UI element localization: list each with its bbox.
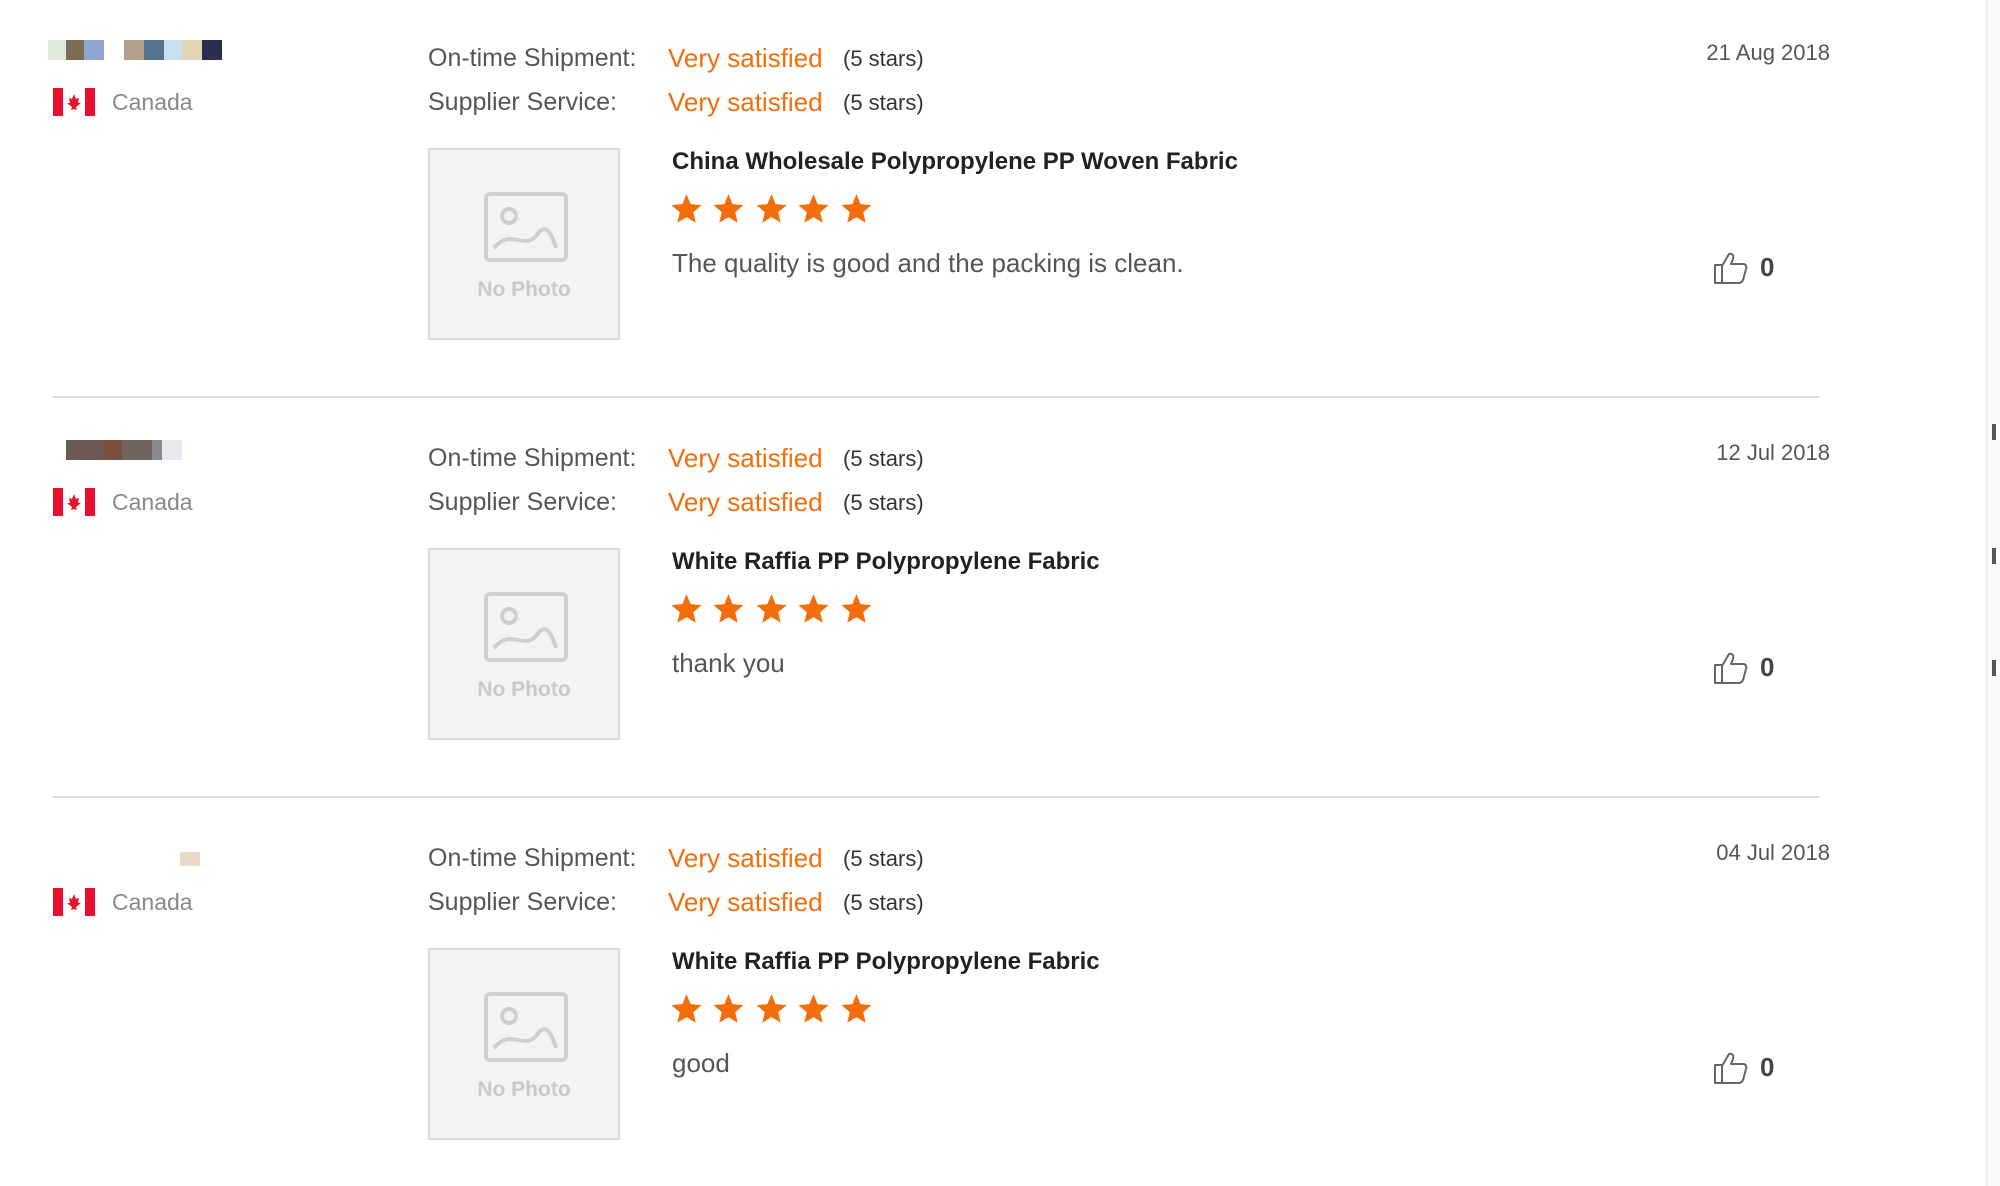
shipment-label: On-time Shipment:: [428, 444, 637, 472]
edge-mark: [1992, 548, 1996, 564]
review-divider: [52, 796, 1820, 798]
reviewer-name-pixelated: [48, 840, 248, 866]
shipment-value: Very satisfied: [668, 443, 823, 473]
review-date: 12 Jul 2018: [1716, 440, 1830, 465]
review-item: Canada On-time Shipment: Very satisfied …: [0, 40, 1830, 440]
review-comment: good: [672, 1048, 730, 1078]
product-rating-stars: [670, 992, 878, 1032]
canada-flag-icon: [53, 488, 95, 516]
review-date: 04 Jul 2018: [1716, 840, 1830, 865]
service-stars-text: (5 stars): [843, 890, 924, 915]
review-divider: [52, 396, 1820, 398]
like-button[interactable]: 0: [1712, 250, 1832, 290]
shipment-value: Very satisfied: [668, 843, 823, 873]
review-comment: The quality is good and the packing is c…: [672, 248, 1184, 278]
reviewer-name-pixelated: [48, 440, 248, 462]
product-photo-placeholder[interactable]: No Photo: [428, 948, 620, 1140]
image-placeholder-icon: [484, 192, 568, 262]
edge-mark: [1992, 660, 1996, 676]
service-stars-text: (5 stars): [843, 490, 924, 515]
product-name-link[interactable]: White Raffia PP Polypropylene Fabric: [672, 948, 1100, 976]
like-button[interactable]: 0: [1712, 650, 1832, 690]
star-icon: [713, 194, 744, 223]
reviewer-country: Canada: [112, 89, 193, 115]
star-icon: [798, 994, 829, 1023]
review-item: Canada On-time Shipment: Very satisfied …: [0, 440, 1830, 840]
star-icon: [798, 194, 829, 223]
shipment-label: On-time Shipment:: [428, 844, 637, 872]
star-icon: [798, 594, 829, 623]
shipment-label: On-time Shipment:: [428, 44, 637, 72]
canada-flag-icon: [53, 88, 95, 116]
shipment-stars-text: (5 stars): [843, 846, 924, 871]
star-icon: [713, 994, 744, 1023]
star-icon: [713, 594, 744, 623]
no-photo-label: No Photo: [477, 1078, 571, 1101]
no-photo-label: No Photo: [477, 278, 571, 301]
thumbs-up-icon: [1714, 252, 1748, 284]
product-rating-stars: [670, 592, 878, 632]
shipment-value: Very satisfied: [668, 43, 823, 73]
thumbs-up-icon: [1714, 1052, 1748, 1084]
product-name-link[interactable]: White Raffia PP Polypropylene Fabric: [672, 548, 1100, 576]
reviewer-info: Canada: [48, 440, 348, 560]
thumbs-up-icon: [1714, 652, 1748, 684]
service-value: Very satisfied: [668, 87, 823, 117]
review-item: Canada On-time Shipment: Very satisfied …: [0, 840, 1830, 1186]
star-icon: [671, 194, 702, 223]
like-button[interactable]: 0: [1712, 1050, 1832, 1090]
reviewer-name-pixelated: [48, 40, 248, 62]
star-icon: [841, 994, 872, 1023]
shipment-stars-text: (5 stars): [843, 46, 924, 71]
star-icon: [841, 594, 872, 623]
reviewer-country: Canada: [112, 889, 193, 915]
service-value: Very satisfied: [668, 887, 823, 917]
shipment-stars-text: (5 stars): [843, 446, 924, 471]
star-icon: [671, 594, 702, 623]
canada-flag-icon: [53, 888, 95, 916]
service-stars-text: (5 stars): [843, 90, 924, 115]
review-comment: thank you: [672, 648, 785, 678]
like-count: 0: [1760, 652, 1775, 682]
service-label: Supplier Service:: [428, 888, 617, 916]
service-label: Supplier Service:: [428, 488, 617, 516]
image-placeholder-icon: [484, 992, 568, 1062]
service-label: Supplier Service:: [428, 88, 617, 116]
like-count: 0: [1760, 252, 1775, 282]
reviewer-info: Canada: [48, 840, 348, 960]
product-photo-placeholder[interactable]: No Photo: [428, 548, 620, 740]
star-icon: [756, 194, 787, 223]
star-icon: [756, 994, 787, 1023]
star-icon: [841, 194, 872, 223]
reviewer-info: Canada: [48, 40, 348, 160]
star-icon: [671, 994, 702, 1023]
review-date: 21 Aug 2018: [1706, 40, 1830, 65]
product-name-link[interactable]: China Wholesale Polypropylene PP Woven F…: [672, 148, 1238, 176]
edge-mark: [1992, 424, 1996, 440]
like-count: 0: [1760, 1052, 1775, 1082]
adjacent-panel-edge: [1986, 0, 2000, 1186]
product-rating-stars: [670, 192, 878, 232]
no-photo-label: No Photo: [477, 678, 571, 701]
product-photo-placeholder[interactable]: No Photo: [428, 148, 620, 340]
star-icon: [756, 594, 787, 623]
reviewer-country: Canada: [112, 489, 193, 515]
image-placeholder-icon: [484, 592, 568, 662]
service-value: Very satisfied: [668, 487, 823, 517]
